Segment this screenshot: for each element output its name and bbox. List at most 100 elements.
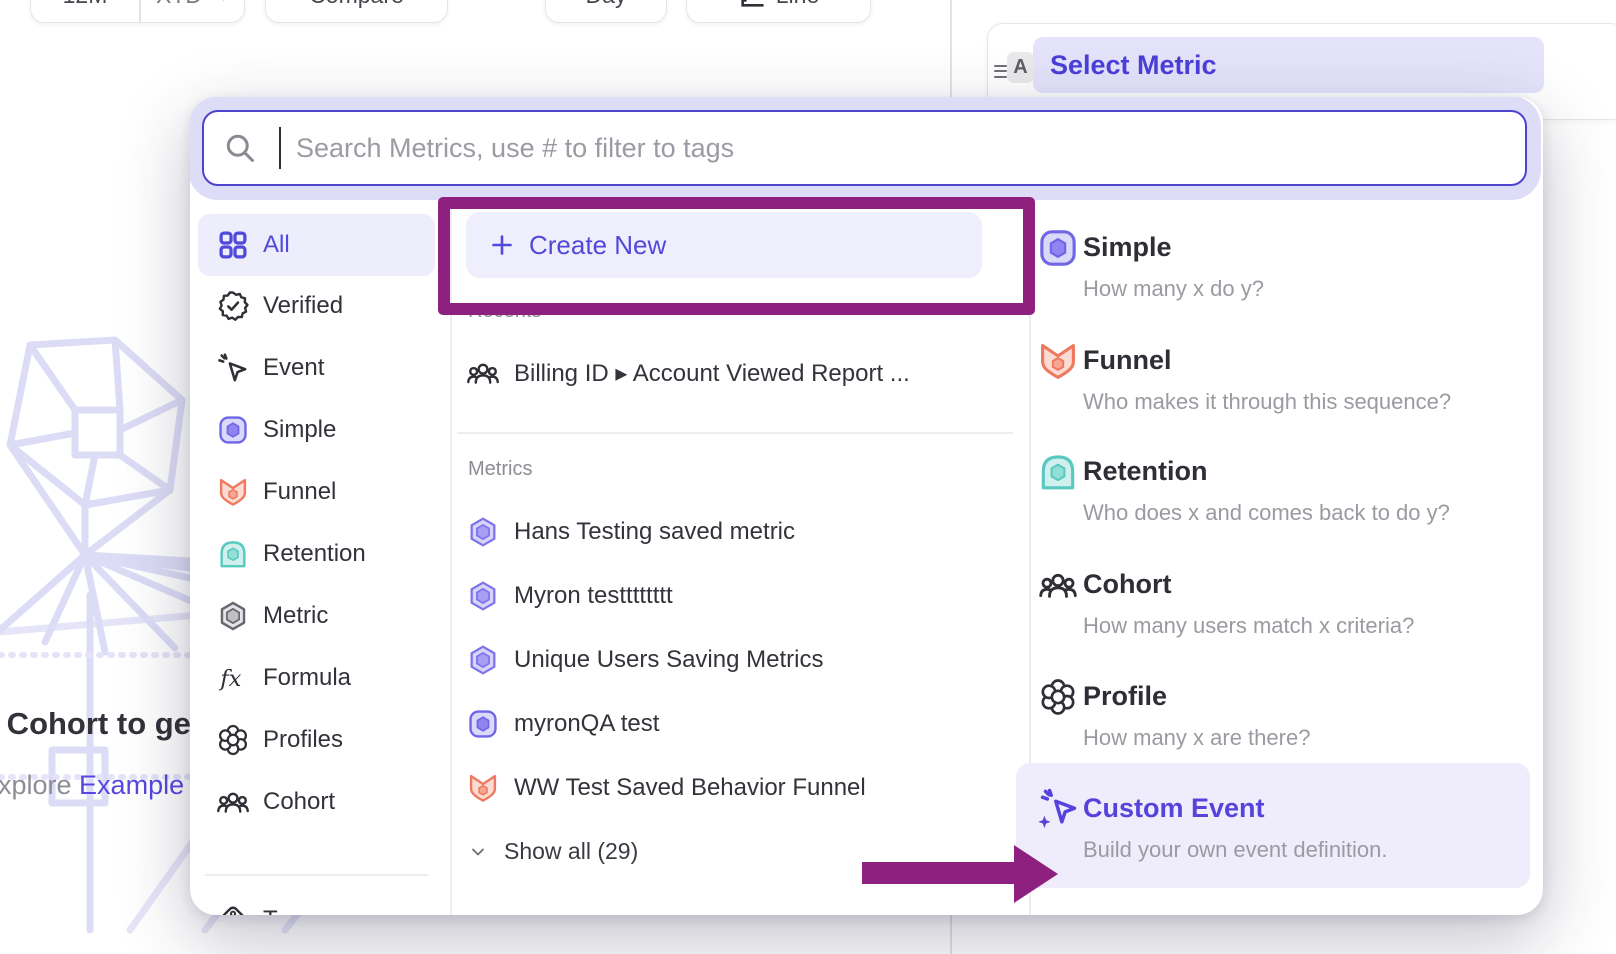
formula-icon: fx bbox=[216, 661, 250, 695]
funnel-icon bbox=[216, 475, 250, 509]
tag-icon bbox=[216, 903, 250, 915]
sidebar-label: Funnel bbox=[263, 478, 336, 506]
type-retention-title[interactable]: Retention bbox=[1083, 456, 1208, 487]
funnel-icon[interactable] bbox=[1036, 339, 1080, 383]
simple-metric-icon bbox=[216, 413, 250, 447]
retention-icon bbox=[216, 537, 250, 571]
search-icon bbox=[222, 130, 258, 166]
metric-item-label: Hans Testing saved metric bbox=[514, 518, 795, 546]
sidebar-item-formula[interactable]: fx Formula bbox=[198, 647, 435, 709]
type-cohort-subtitle: How many users match x criteria? bbox=[1083, 613, 1414, 639]
select-metric-button[interactable]: Select Metric bbox=[1033, 37, 1544, 93]
screen: 12M XTD ▾ Compare Day Line bbox=[0, 0, 1616, 954]
drag-handle-icon[interactable] bbox=[994, 61, 1007, 81]
type-simple-title[interactable]: Simple bbox=[1083, 232, 1172, 263]
empty-state-headline: r Cohort to ge bbox=[0, 706, 191, 742]
metrics-heading: Metrics bbox=[468, 458, 532, 481]
profiles-flower-icon[interactable] bbox=[1038, 677, 1078, 717]
custom-event-highlight[interactable] bbox=[1016, 763, 1530, 888]
sidebar-divider bbox=[450, 200, 452, 915]
sidebar-label: Formula bbox=[263, 664, 351, 692]
chevron-down-icon bbox=[468, 842, 488, 862]
chevron-down-icon[interactable]: ▾ bbox=[219, 0, 228, 6]
verified-badge-icon bbox=[216, 289, 250, 323]
sidebar-item-overflow[interactable]: T bbox=[198, 889, 435, 915]
svg-text:fx: fx bbox=[218, 666, 241, 692]
saved-metric-icon bbox=[466, 643, 500, 677]
sidebar-label: Verified bbox=[263, 292, 343, 320]
explore-prefix: xplore bbox=[0, 770, 79, 800]
type-funnel-title[interactable]: Funnel bbox=[1083, 345, 1172, 376]
recent-item[interactable]: Billing ID ▸ Account Viewed Report ... bbox=[466, 356, 910, 390]
empty-state-explore: xplore Example R bbox=[0, 770, 211, 801]
sidebar-item-funnel[interactable]: Funnel bbox=[198, 461, 435, 523]
metric-list-item[interactable]: WW Test Saved Behavior Funnel bbox=[466, 771, 866, 805]
sidebar-item-all[interactable]: All bbox=[198, 214, 435, 276]
date-range-group[interactable]: 12M XTD ▾ bbox=[30, 0, 245, 23]
custom-event-icon[interactable] bbox=[1036, 787, 1080, 831]
show-all-label: Show all (29) bbox=[504, 838, 638, 865]
metric-list-item[interactable]: myronQA test bbox=[466, 707, 659, 741]
sidebar-item-verified[interactable]: Verified bbox=[198, 275, 435, 337]
metric-picker-dropdown: All Verified Event Simple bbox=[190, 97, 1543, 915]
retention-icon[interactable] bbox=[1036, 450, 1080, 494]
sidebar-item-metric[interactable]: Metric bbox=[198, 585, 435, 647]
metric-hexagon-icon bbox=[216, 599, 250, 633]
type-retention-subtitle: Who does x and comes back to do y? bbox=[1083, 500, 1450, 526]
range-xtd-button[interactable]: XTD bbox=[139, 0, 219, 9]
type-cohort-title[interactable]: Cohort bbox=[1083, 569, 1171, 600]
chart-type-label: Line bbox=[776, 0, 819, 9]
create-new-label: Create New bbox=[529, 230, 666, 261]
type-funnel-subtitle: Who makes it through this sequence? bbox=[1083, 389, 1451, 415]
metric-list-item[interactable]: Unique Users Saving Metrics bbox=[466, 643, 823, 677]
line-chart-icon bbox=[738, 0, 766, 10]
cohort-people-icon bbox=[466, 356, 500, 390]
grid-icon bbox=[216, 228, 250, 262]
series-a-badge: A bbox=[1007, 52, 1034, 83]
sidebar-bottom-divider bbox=[205, 874, 428, 876]
range-12m-button[interactable]: 12M bbox=[31, 0, 139, 9]
cohort-people-icon[interactable] bbox=[1038, 565, 1078, 605]
recent-item-label: Billing ID ▸ Account Viewed Report ... bbox=[514, 359, 910, 388]
sidebar-item-simple[interactable]: Simple bbox=[198, 399, 435, 461]
cohort-people-icon bbox=[216, 785, 250, 819]
type-custom-event-title[interactable]: Custom Event bbox=[1083, 793, 1265, 824]
sidebar-item-profiles[interactable]: Profiles bbox=[198, 709, 435, 771]
metric-list-item[interactable]: Hans Testing saved metric bbox=[466, 515, 795, 549]
metric-item-label: Myron testttttttt bbox=[514, 582, 673, 610]
sidebar-label: Simple bbox=[263, 416, 336, 444]
granularity-label: Day bbox=[586, 0, 627, 9]
type-simple-subtitle: How many x do y? bbox=[1083, 276, 1264, 302]
sidebar-item-cohort[interactable]: Cohort bbox=[198, 771, 435, 833]
simple-metric-icon bbox=[466, 707, 500, 741]
sidebar-label: Event bbox=[263, 354, 324, 382]
chart-type-button[interactable]: Line bbox=[686, 0, 871, 23]
plus-icon bbox=[490, 233, 514, 257]
type-profile-title[interactable]: Profile bbox=[1083, 681, 1167, 712]
metric-item-label: WW Test Saved Behavior Funnel bbox=[514, 774, 866, 802]
recents-heading: Recents bbox=[468, 300, 541, 323]
saved-metric-icon bbox=[466, 579, 500, 613]
text-caret bbox=[279, 127, 281, 169]
event-cursor-icon bbox=[216, 351, 250, 385]
sidebar-item-retention[interactable]: Retention bbox=[198, 523, 435, 585]
sidebar-label: All bbox=[263, 231, 290, 259]
sidebar-item-event[interactable]: Event bbox=[198, 337, 435, 399]
simple-metric-icon[interactable] bbox=[1036, 226, 1080, 270]
metric-list-item[interactable]: Myron testttttttt bbox=[466, 579, 673, 613]
metric-item-label: Unique Users Saving Metrics bbox=[514, 646, 823, 674]
select-metric-label: Select Metric bbox=[1050, 50, 1217, 81]
granularity-button[interactable]: Day bbox=[545, 0, 667, 23]
sidebar-label: Profiles bbox=[263, 726, 343, 754]
search-input[interactable] bbox=[202, 110, 1527, 186]
type-profile-subtitle: How many x are there? bbox=[1083, 725, 1310, 751]
saved-metric-icon bbox=[466, 515, 500, 549]
recents-metrics-divider bbox=[457, 432, 1013, 434]
type-custom-event-subtitle: Build your own event definition. bbox=[1083, 837, 1388, 863]
create-new-button[interactable]: Create New bbox=[466, 212, 982, 278]
sidebar-label: Retention bbox=[263, 540, 366, 568]
metric-item-label: myronQA test bbox=[514, 710, 659, 738]
show-all-button[interactable]: Show all (29) bbox=[468, 838, 638, 865]
compare-button[interactable]: Compare bbox=[265, 0, 448, 23]
sidebar-label: Cohort bbox=[263, 788, 335, 816]
